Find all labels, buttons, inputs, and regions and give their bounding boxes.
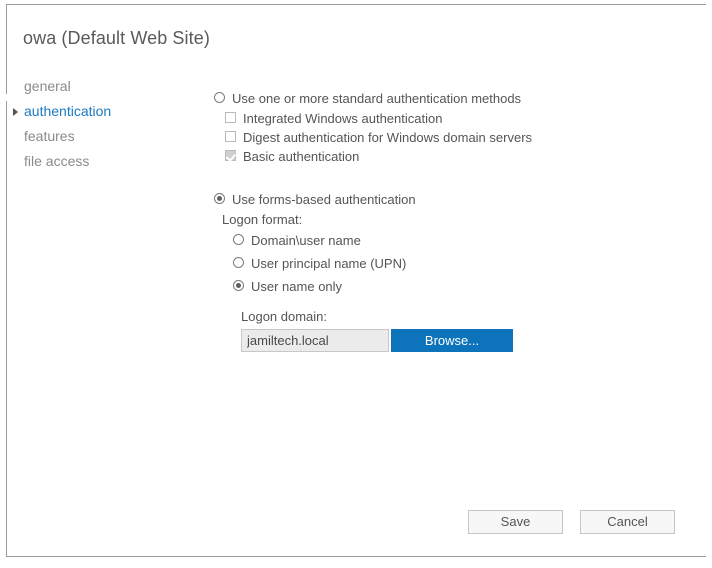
browse-button[interactable]: Browse... bbox=[391, 329, 513, 352]
checkbox-unchecked-icon[interactable] bbox=[225, 112, 236, 123]
basic-auth-label: Basic authentication bbox=[243, 149, 360, 164]
caret-right-icon bbox=[13, 107, 18, 116]
sidebar-item-label: file access bbox=[24, 153, 90, 169]
radio-selected-icon[interactable] bbox=[233, 280, 244, 291]
dialog-border-top bbox=[6, 4, 706, 5]
integrated-windows-auth-row[interactable]: Integrated Windows authentication bbox=[224, 110, 543, 127]
forms-based-auth-label: Use forms-based authentication bbox=[232, 192, 416, 207]
integrated-windows-auth-label: Integrated Windows authentication bbox=[243, 111, 443, 126]
digest-auth-row[interactable]: Digest authentication for Windows domain… bbox=[224, 129, 543, 146]
standard-auth-method-list: Integrated Windows authentication Digest… bbox=[224, 110, 543, 165]
sidebar-item-label: general bbox=[24, 78, 71, 94]
basic-auth-row[interactable]: Basic authentication bbox=[224, 148, 543, 165]
sidebar-item-authentication[interactable]: authentication bbox=[12, 99, 197, 124]
checkbox-checked-icon[interactable] bbox=[225, 150, 236, 161]
logon-domain-label: Logon domain: bbox=[241, 309, 328, 324]
sidebar-item-label: authentication bbox=[24, 103, 112, 119]
digest-auth-label: Digest authentication for Windows domain… bbox=[243, 130, 533, 145]
page-title: owa (Default Web Site) bbox=[23, 28, 210, 48]
logon-format-domain-user-row[interactable]: Domain\user name bbox=[232, 232, 543, 249]
radio-selected-icon[interactable] bbox=[214, 193, 225, 204]
sidebar-item-label: features bbox=[24, 128, 75, 144]
sidebar-item-features[interactable]: features bbox=[12, 124, 197, 149]
logon-format-upn-label: User principal name (UPN) bbox=[251, 256, 407, 271]
checkbox-unchecked-icon[interactable] bbox=[225, 131, 236, 142]
sidebar-nav: general authentication features file acc… bbox=[12, 74, 197, 174]
dialog-border-left-lower bbox=[6, 101, 7, 556]
logon-format-radio-group: Domain\user name User principal name (UP… bbox=[232, 232, 543, 295]
authentication-settings-dialog: owa (Default Web Site) general authentic… bbox=[0, 0, 712, 568]
sidebar-item-general[interactable]: general bbox=[12, 74, 197, 99]
logon-domain-input[interactable] bbox=[241, 329, 389, 352]
authentication-options-panel: Use one or more standard authentication … bbox=[213, 90, 543, 352]
sidebar-item-file-access[interactable]: file access bbox=[12, 149, 197, 174]
logon-format-upn-row[interactable]: User principal name (UPN) bbox=[232, 255, 543, 272]
standard-auth-label: Use one or more standard authentication … bbox=[232, 91, 522, 106]
save-button[interactable]: Save bbox=[468, 510, 563, 534]
dialog-border-left-upper bbox=[6, 4, 7, 94]
standard-auth-radio-row[interactable]: Use one or more standard authentication … bbox=[213, 90, 543, 107]
radio-unselected-icon[interactable] bbox=[233, 234, 244, 245]
logon-format-label: Logon format: bbox=[222, 212, 303, 227]
dialog-border-bottom bbox=[6, 556, 706, 557]
logon-domain-block: Logon domain: Browse... bbox=[241, 309, 543, 352]
logon-format-username-only-row[interactable]: User name only bbox=[232, 278, 543, 295]
radio-unselected-icon[interactable] bbox=[233, 257, 244, 268]
logon-format-domain-user-label: Domain\user name bbox=[251, 233, 361, 248]
forms-based-auth-radio-row[interactable]: Use forms-based authentication bbox=[213, 191, 543, 208]
dialog-footer: Save Cancel bbox=[468, 510, 675, 534]
cancel-button[interactable]: Cancel bbox=[580, 510, 675, 534]
logon-format-username-only-label: User name only bbox=[251, 279, 343, 294]
radio-unselected-icon[interactable] bbox=[214, 92, 225, 103]
logon-domain-field-row: Browse... bbox=[241, 329, 543, 352]
